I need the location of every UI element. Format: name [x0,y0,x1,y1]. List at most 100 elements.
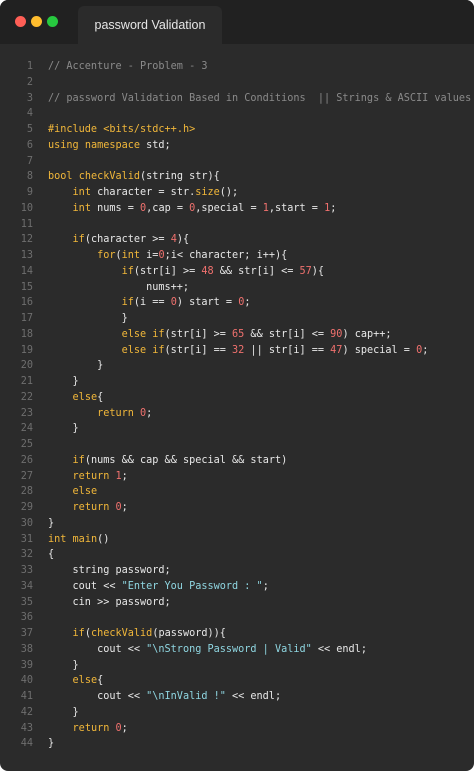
code-token: size [195,187,220,198]
tab-password-validation[interactable]: password Validation [78,6,222,44]
code-token: (str[i] >= [133,265,202,277]
code-text: else [33,484,98,500]
code-text: } [33,374,79,390]
code-line: 25 [0,437,474,453]
code-text: #include <bits/stdc++.h> [33,122,195,138]
code-text: // password Validation Based in Conditio… [33,91,471,107]
code-token: (password)){ [152,628,226,639]
code-token: ,special = [195,202,263,214]
code-text: } [33,736,54,752]
code-line: 13 for(int i=0;i< character; i++){ [0,248,474,264]
code-line: 20 } [0,358,474,374]
line-number: 1 [26,61,33,72]
line-number: 7 [26,155,33,167]
line-number: 10 [20,202,33,214]
code-token: ) start = [176,297,239,309]
minimize-window-button[interactable] [31,16,42,27]
line-number: 4 [26,108,33,120]
code-line: 2 [0,75,474,91]
code-line: 9 int character = str.size(); [0,185,474,201]
code-token: << endl; [225,691,282,702]
code-text: } [33,705,79,721]
code-line: 1 // Accenture - Problem - 3 [0,59,474,75]
line-number: 27 [20,470,33,482]
line-number: 9 [26,187,33,198]
code-line: 3 // password Validation Based in Conditi… [0,91,474,107]
code-token: << endl; [311,643,367,655]
code-token: || str[i] == [244,344,331,356]
code-token: (str[i] == [164,344,233,356]
tab-title: password Validation [94,18,206,32]
code-token: ; [121,502,128,513]
code-token: (character >= [84,234,171,246]
code-text: bool checkValid(string str){ [33,169,220,185]
code-token: (); [219,187,239,198]
code-line: 21 } [0,374,474,390]
code-line: 10 int nums = 0,cap = 0,special = 1,star… [0,201,474,217]
code-text: cin >> password; [33,595,171,611]
code-text: cout << "\nInValid !" << endl; [33,689,281,705]
line-number: 6 [26,139,33,151]
maximize-window-button[interactable] [47,16,58,27]
code-token: return [97,407,134,419]
code-text: } [33,311,128,327]
code-token: for [97,250,116,261]
code-text: if(i == 0) start = 0; [33,295,251,311]
code-token: if [72,628,85,639]
code-editor[interactable]: 1// Accenture - Problem - 3 2 3// password… [0,59,474,752]
code-line: 4 [0,106,474,122]
code-text: // Accenture - Problem - 3 [33,59,207,75]
code-text: if(checkValid(password)){ [33,626,226,642]
code-line: 29 return 0; [0,500,474,516]
code-line: 34 cout << "Enter You Password : "; [0,579,474,595]
code-text: else if(str[i] >= 65 && str[i] <= 90) ca… [33,327,392,343]
code-line: 16 if(i == 0) start = 0; [0,295,474,311]
line-number: 15 [20,281,33,293]
code-token: ) cap++; [342,328,392,340]
code-token: 48 [201,265,214,277]
code-token: } [48,659,79,671]
code-token: ; [244,297,251,309]
line-number: 41 [20,691,33,702]
line-number: 3 [26,92,33,104]
close-window-button[interactable] [15,16,26,27]
code-token: cout << [48,691,147,702]
code-text: } [33,358,103,374]
code-token: cin >> password; [48,596,171,608]
code-token: { [97,391,104,403]
code-token: nums++; [48,281,190,293]
code-line: 27 return 1; [0,469,474,485]
code-text: else{ [33,390,104,406]
line-number: 24 [20,423,33,435]
line-number: 16 [20,297,33,309]
code-token: (i == [133,297,171,309]
code-token: checkValid [78,171,141,183]
line-number: 22 [20,391,33,403]
code-text: if(nums && cap && special && start) [33,453,288,469]
line-number: 21 [20,376,33,387]
code-token: string password; [48,565,171,576]
code-line: 5 #include <bits/stdc++.h> [0,122,474,138]
code-token: <bits/stdc++.h> [103,124,196,135]
line-number: 8 [26,171,33,183]
line-number: 17 [20,313,33,324]
code-token: 32 [232,344,245,356]
line-number: 36 [20,612,33,624]
code-text: if(str[i] >= 48 && str[i] <= 57){ [33,264,324,280]
code-token: cout << [48,643,147,655]
code-text: return 0; [33,500,128,516]
code-token: namespace [84,139,141,151]
code-token: i= [140,250,159,261]
code-token: ,cap = [146,202,190,214]
line-number: 38 [20,643,33,655]
